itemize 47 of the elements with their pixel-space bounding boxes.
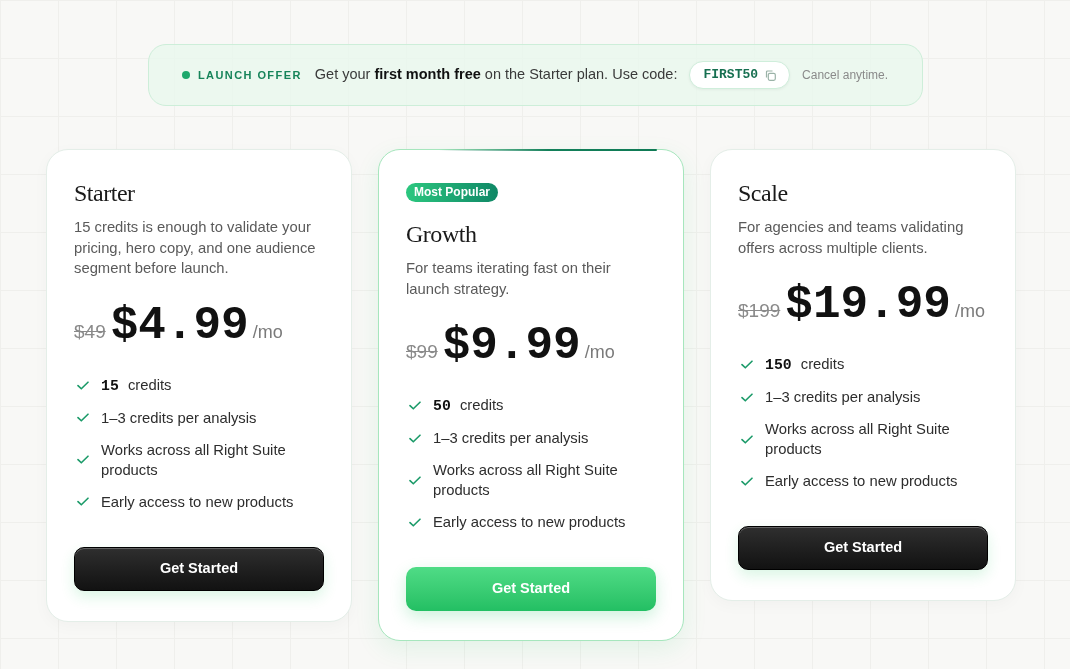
check-icon [77, 380, 89, 390]
original-price: $99 [406, 340, 438, 364]
feature-text: 150 credits [765, 355, 846, 375]
check-icon [409, 433, 421, 443]
check-icon [409, 401, 421, 410]
original-price: $199 [738, 299, 781, 323]
price-period: /mo [252, 320, 283, 344]
plan-name: Growth [406, 220, 478, 248]
check-icon [77, 413, 89, 422]
check-icon [741, 476, 753, 486]
feature-text: 50 credits [433, 396, 505, 416]
offer-note: Cancel anytime. [802, 67, 889, 84]
get-started-button[interactable]: Get Started [738, 526, 988, 570]
check-icon [77, 455, 89, 464]
feature-text: Works across all Right Suite products [101, 440, 287, 480]
price-period: /mo [584, 341, 615, 364]
check-icon [741, 360, 753, 369]
promo-code-button[interactable]: FIRST50 [689, 61, 791, 89]
get-started-button[interactable]: Get Started [74, 546, 324, 591]
popular-badge: Most Popular [406, 183, 498, 202]
feature-text: 1–3 credits per analysis [433, 429, 590, 448]
plan-description: For teams iterating fast on their launch strategy. [406, 259, 612, 299]
feature-text: 1–3 credits per analysis [765, 388, 922, 407]
check-icon [741, 392, 753, 402]
plan-price: $19.99 [785, 279, 951, 331]
offer-message: Get your first month free on the Starter plan. Use code: [314, 65, 678, 85]
feature-text: 15 credits [101, 375, 173, 396]
feature-text: Works across all Right Suite products [765, 420, 951, 459]
feature-text: 1–3 credits per analysis [101, 408, 258, 428]
feature-text: Early access to new products [101, 492, 295, 512]
feature-text: Early access to new products [765, 472, 959, 491]
plan-name: Scale [738, 179, 789, 207]
check-icon [409, 517, 421, 527]
plan-price: $4.99 [110, 299, 249, 352]
plan-description: For agencies and teams validating offers across multiple clients. [738, 218, 965, 258]
check-icon [741, 434, 753, 444]
feature-text: Works across all Right Suite products [433, 461, 619, 500]
price-period: /mo [954, 300, 985, 323]
feature-text: Early access to new products [433, 513, 627, 532]
copy-icon [765, 69, 777, 81]
plan-price: $9.99 [442, 320, 581, 372]
original-price: $49 [74, 319, 106, 344]
plan-description: 15 credits is enough to validate your pricing, hero copy, and one audience segment before launch. [74, 218, 317, 278]
check-icon [77, 497, 89, 506]
check-icon [409, 475, 421, 485]
offer-label: LAUNCH OFFER [197, 67, 302, 83]
plan-name: Starter [74, 179, 136, 207]
